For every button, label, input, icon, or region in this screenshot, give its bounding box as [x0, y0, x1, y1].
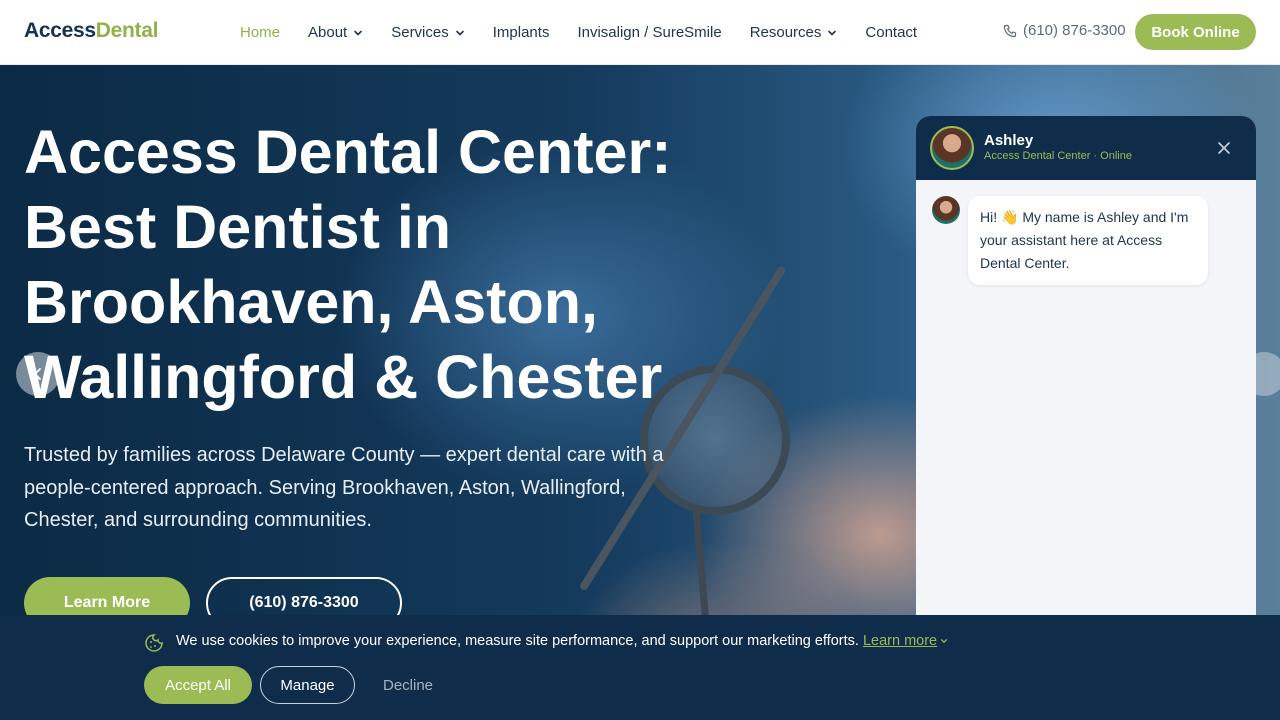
avatar [930, 126, 974, 170]
nav-item-resources[interactable]: Resources [750, 24, 838, 41]
accept-all-button[interactable]: Accept All [144, 666, 252, 704]
logo-part-access: Access [24, 19, 96, 42]
book-online-button[interactable]: Book Online [1135, 14, 1256, 50]
carousel-prev-button[interactable] [16, 352, 60, 396]
close-icon[interactable] [1216, 140, 1232, 156]
nav-item-contact[interactable]: Contact [865, 24, 917, 41]
logo[interactable]: AccessDental [24, 19, 158, 43]
manage-cookies-button[interactable]: Manage [260, 666, 355, 704]
nav-item-about[interactable]: About [308, 24, 363, 41]
cookie-icon [144, 633, 164, 653]
header-phone-text: (610) 876-3300 [1023, 22, 1126, 39]
chevron-left-icon [32, 367, 44, 381]
chat-body: Hi! 👋 My name is Ashley and I'm your ass… [916, 180, 1256, 636]
nav-item-label: Home [240, 24, 281, 41]
chevron-down-icon [940, 633, 948, 649]
nav-item-label: Services [391, 24, 449, 41]
main-nav: Home About Services Implants Invisalign … [240, 0, 945, 65]
header-phone-link[interactable]: (610) 876-3300 [1003, 22, 1126, 39]
chat-widget: Ashley Access Dental Center · Online Hi!… [916, 116, 1256, 636]
phone-icon [1003, 24, 1017, 38]
nav-item-label: Contact [865, 24, 918, 41]
nav-item-label: About [308, 24, 348, 41]
nav-item-implants[interactable]: Implants [493, 24, 550, 41]
logo-part-dental: Dental [95, 19, 159, 42]
hero-subtitle: Trusted by families across Delaware Coun… [24, 444, 664, 531]
nav-item-services[interactable]: Services [391, 24, 465, 41]
cookie-learn-more-link[interactable]: Learn more [863, 633, 937, 649]
chat-message-bubble: Hi! 👋 My name is Ashley and I'm your ass… [968, 196, 1208, 285]
cookie-text: We use cookies to improve your experienc… [176, 633, 948, 649]
nav-item-label: Invisalign / SureSmile [577, 24, 722, 41]
nav-item-label: Implants [492, 24, 550, 41]
chevron-down-icon [455, 28, 465, 38]
nav-item-invisalign[interactable]: Invisalign / SureSmile [577, 24, 721, 41]
cookie-banner: We use cookies to improve your experienc… [0, 615, 1280, 720]
hero-title: Access Dental Center: Best Dentist in Br… [24, 118, 672, 411]
site-header: AccessDental Home About Services Implant… [0, 0, 1280, 65]
nav-item-label: Resources [749, 24, 822, 41]
avatar [932, 196, 960, 224]
chevron-down-icon [827, 28, 837, 38]
chat-status: Access Dental Center · Online [984, 150, 1132, 162]
decline-cookies-button[interactable]: Decline [370, 666, 446, 704]
cookie-message: We use cookies to improve your experienc… [176, 633, 859, 649]
nav-item-home[interactable]: Home [240, 24, 280, 41]
chat-agent-name: Ashley [984, 132, 1034, 149]
chat-header: Ashley Access Dental Center · Online [916, 116, 1256, 180]
chevron-down-icon [353, 28, 363, 38]
